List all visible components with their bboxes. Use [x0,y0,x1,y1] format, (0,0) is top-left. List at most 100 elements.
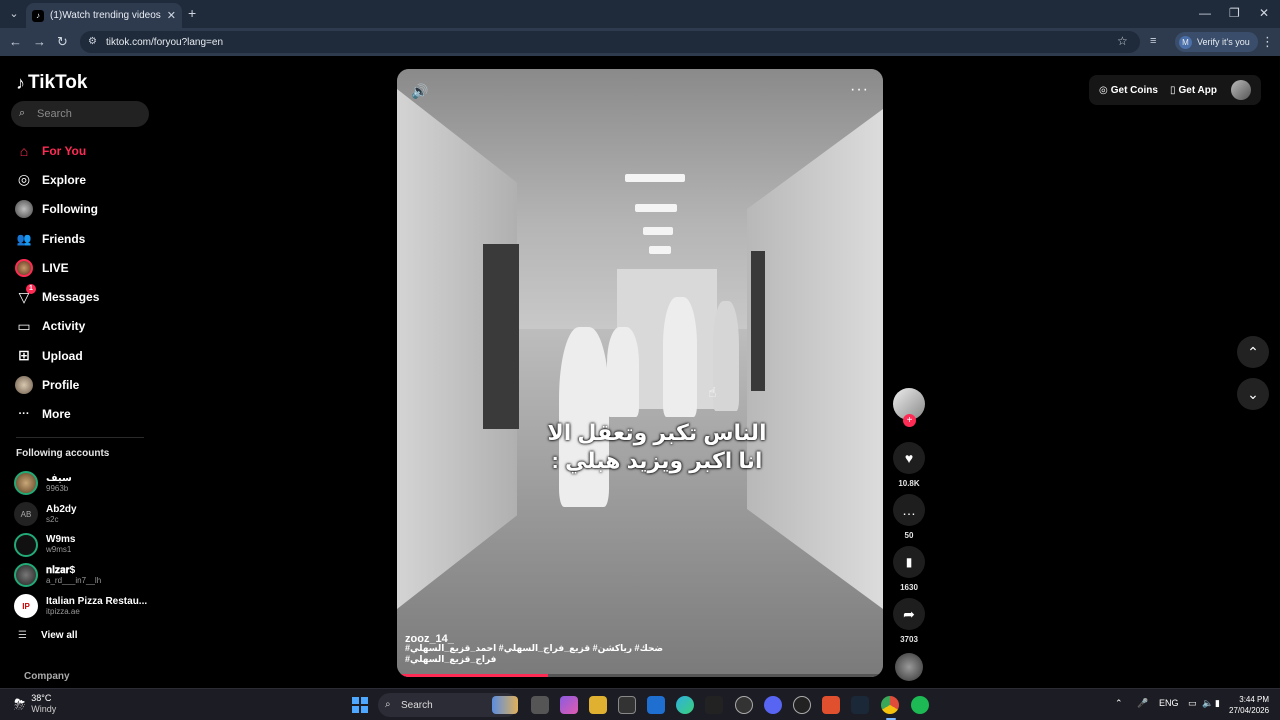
chevron-up-icon: ⌃ [1247,343,1259,360]
forward-button[interactable]: → [33,34,46,49]
profile-avatar-icon [14,375,34,395]
video-more-icon[interactable]: ··· [850,81,869,99]
volume-icon[interactable]: 🔈 [1202,698,1213,709]
nav-messages[interactable]: ▽ 1 Messages [14,282,154,311]
microphone-icon[interactable]: 🎤 [1137,698,1148,709]
nav-label: Profile [42,378,80,393]
nav-more[interactable]: ··· More [14,400,154,429]
back-button[interactable]: ← [9,34,22,49]
file-explorer-icon[interactable] [589,696,607,714]
steam-icon[interactable] [851,696,869,714]
edge-icon[interactable] [676,696,694,714]
start-button[interactable] [352,697,368,713]
browser-menu-icon[interactable]: ⋮ [1261,34,1274,50]
brave-icon[interactable] [822,696,840,714]
nav-activity[interactable]: ▭ Activity [14,312,154,341]
tray-overflow-icon[interactable]: ⌃ [1115,698,1123,709]
battery-icon[interactable]: ▮ [1215,698,1220,709]
weather-condition: Windy [31,704,57,714]
music-disc[interactable] [895,653,923,681]
comment-button[interactable]: … [893,494,925,526]
settings-icon[interactable] [735,696,753,714]
chrome-icon[interactable] [881,696,899,714]
clock-time: 3:44 PM [1239,695,1270,704]
address-bar[interactable]: tiktok.com/foryou?lang=en [80,31,1140,53]
nav-label: For You [42,143,87,158]
activity-icon: ▭ [17,317,31,334]
share-button[interactable]: ➦ [893,598,925,630]
following-account-item[interactable]: 𝐧𝐢𝐳𝐚𝐫$ a_rd___in7__lh [14,560,164,591]
nav-for-you[interactable]: ⌂ For You [14,136,154,165]
weather-icon: ⛈ [14,695,26,712]
nav-upload[interactable]: ⊞ Upload [14,341,154,370]
task-view-icon[interactable] [531,696,549,714]
nav-label: Messages [42,290,100,305]
account-handle: w9ms1 [46,545,72,555]
video-hashtags[interactable]: ضحك# رياكشن# قزيع_فراج_السهلي# احمد_قزيع… [405,643,715,665]
nav-profile[interactable]: Profile [14,370,154,399]
previous-video-button[interactable]: ⌃ [1237,336,1269,368]
messages-icon: ▽ 1 [14,284,36,307]
bookmark-star-icon[interactable]: ☆ [1117,34,1128,48]
account-name: Italian Pizza Restau... [46,595,148,607]
heart-icon: ♥ [904,450,914,466]
copilot-icon[interactable] [560,696,578,714]
reading-list-icon[interactable]: ≡ [1150,35,1156,47]
like-button[interactable]: ♥ [893,442,925,474]
get-coins-button[interactable]: ◎ Get Coins [1099,85,1158,96]
chatgpt-icon[interactable] [793,696,811,714]
discord-icon[interactable] [764,696,782,714]
profile-verify-button[interactable]: M Verify it's you [1175,32,1258,52]
maximize-button[interactable]: ❐ [1229,6,1240,20]
spotify-icon[interactable] [911,696,929,714]
new-tab-button[interactable]: + [188,5,196,21]
display-icon[interactable]: ▭ [1188,698,1197,709]
reload-button[interactable]: ↻ [57,34,68,50]
nav-following[interactable]: Following [14,195,154,224]
view-all-button[interactable]: ☰ View all [18,630,77,641]
account-name: سيف [46,472,72,484]
tiktok-note-icon: ♪ [16,72,25,93]
phone-icon: ▯ [1169,84,1176,96]
friends-icon: 👥 [16,231,32,246]
volume-icon[interactable]: 🔊 [411,83,428,100]
following-account-item[interactable]: AB Ab2dy s2c [14,499,164,530]
save-button[interactable]: ▮ [893,546,925,578]
video-progress-bar[interactable] [397,674,883,677]
search-input[interactable]: Search [11,101,149,127]
following-account-item[interactable]: W9ms w9ms1 [14,529,164,560]
close-window-button[interactable]: ✕ [1259,6,1269,20]
browser-tab-tiktok[interactable]: ♪ (1)Watch trending videos for yo ✕ [26,3,182,28]
nav-label: Upload [42,348,83,363]
get-app-button[interactable]: ▯ Get App [1170,85,1217,96]
store-icon[interactable] [618,696,636,714]
following-account-item[interactable]: سيف 9963b [14,468,164,499]
creator-avatar[interactable]: + [893,388,925,427]
video-frame-lamp [643,227,673,235]
site-info-icon[interactable]: ⚙ [88,36,97,47]
minimize-button[interactable]: — [1199,6,1211,20]
view-all-label: View all [40,630,78,641]
tiktok-logo[interactable]: ♪ TikTok [16,72,87,94]
following-account-item[interactable]: IP Italian Pizza Restau... itpizza.ae [14,591,164,622]
follow-plus-icon[interactable]: + [903,414,916,427]
like-count: 10.8K [898,479,920,488]
system-clock[interactable]: 3:44 PM 27/04/2026 [1229,694,1269,716]
more-dots-icon: ··· [18,408,30,421]
language-indicator[interactable]: ENG [1159,698,1179,708]
nav-explore[interactable]: ◎ Explore [14,165,154,194]
tab-search-button[interactable]: ⌄ [6,6,22,22]
nav-friends[interactable]: 👥 Friends [14,224,154,253]
video-player[interactable]: 🔊 ··· الناس تكبر وتعقل الا انا اكبر ويزي… [397,69,883,677]
weather-widget[interactable]: ⛈ 38°C Windy [14,693,56,715]
tab-close-icon[interactable]: ✕ [167,9,176,22]
capcut-icon[interactable] [705,696,723,714]
sidebar-nav: ⌂ For You ◎ Explore Following 👥 Friends … [14,136,154,429]
account-handle: itpizza.ae [46,606,80,616]
nav-live[interactable]: LIVE [14,253,154,282]
outlook-icon[interactable] [647,696,665,714]
next-video-button[interactable]: ⌄ [1237,378,1269,410]
company-link[interactable]: Company [24,671,70,682]
widget-icon[interactable] [492,696,518,714]
user-avatar[interactable] [1231,80,1251,100]
